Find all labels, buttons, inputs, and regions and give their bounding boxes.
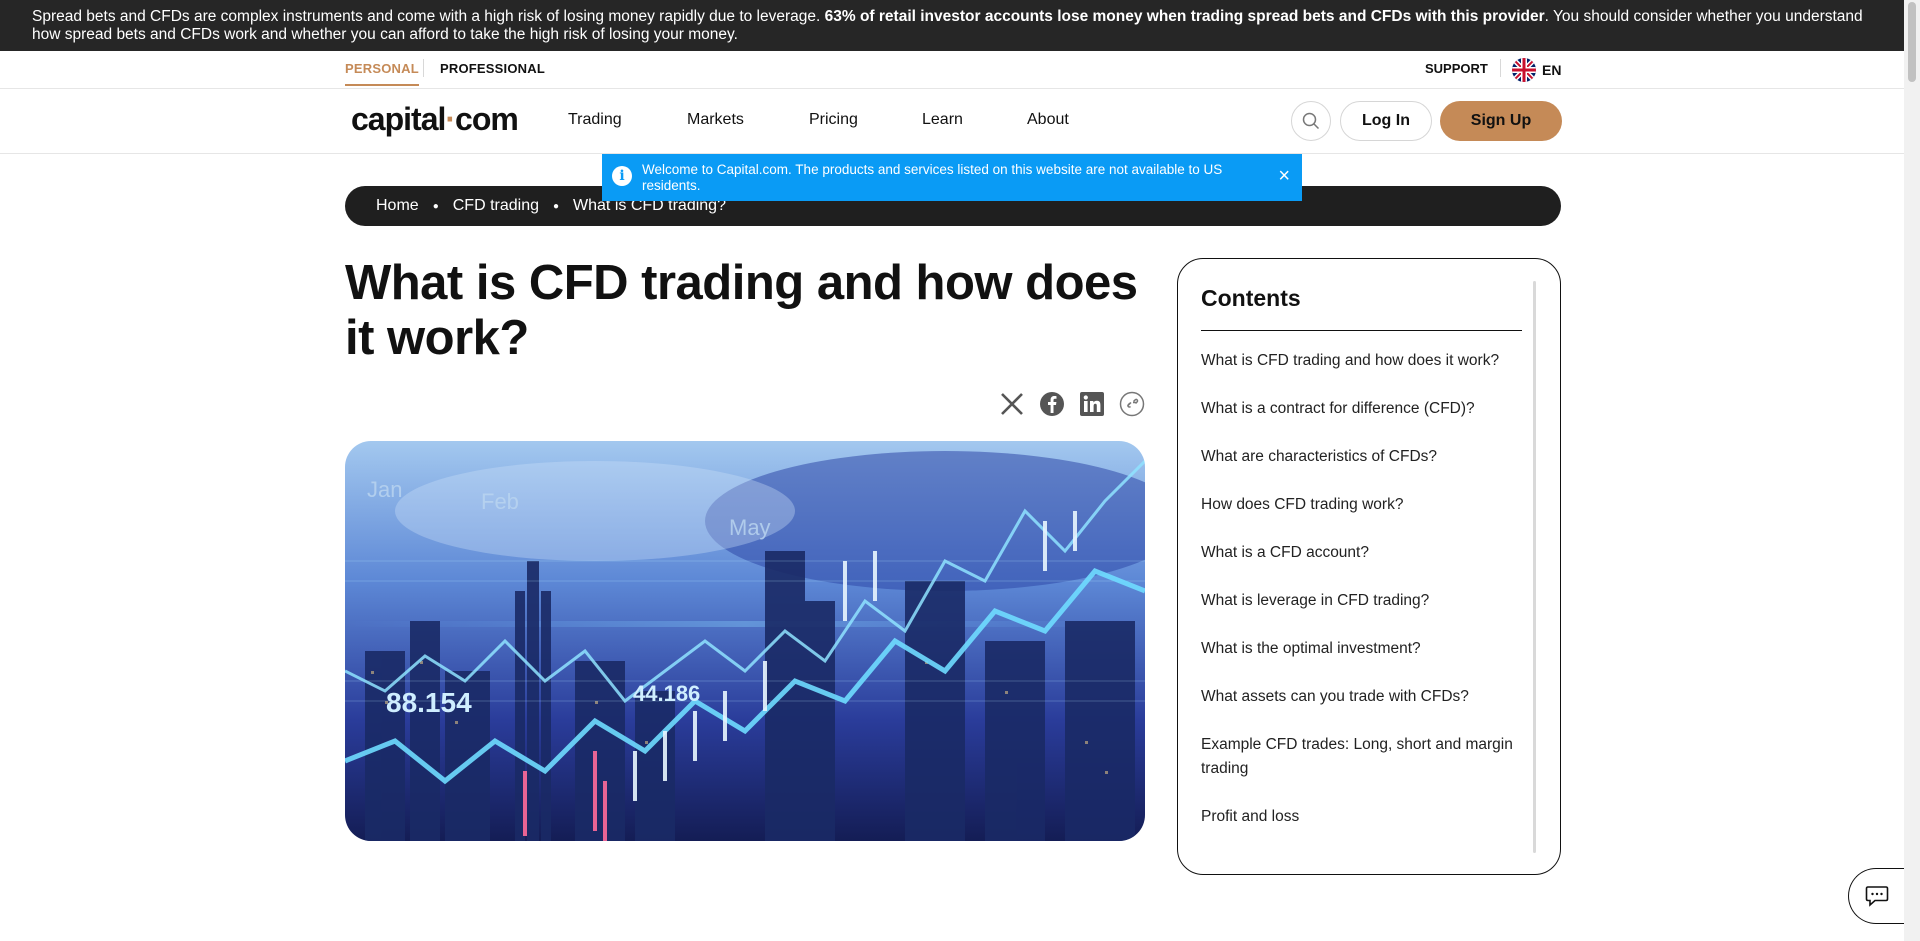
contents-item[interactable]: What is the optimal investment? <box>1201 637 1521 661</box>
breadcrumb-separator: ● <box>552 200 560 212</box>
nav-pricing[interactable]: Pricing <box>809 111 858 129</box>
close-icon[interactable]: × <box>1278 166 1290 186</box>
search-icon <box>1302 112 1320 130</box>
notice-text: Welcome to Capital.com. The products and… <box>642 162 1223 193</box>
x-icon[interactable] <box>999 391 1025 417</box>
chat-button[interactable] <box>1848 868 1908 924</box>
risk-warning-banner: Spread bets and CFDs are complex instrum… <box>0 0 1904 51</box>
hero-number: 44.186 <box>633 681 701 706</box>
contents-heading: Contents <box>1201 285 1301 311</box>
logo-dot: · <box>445 101 456 137</box>
tab-professional[interactable]: PROFESSIONAL <box>440 61 545 76</box>
language-selector[interactable]: EN <box>1512 58 1561 82</box>
risk-text-bold: 63% of retail investor accounts lose mon… <box>824 8 1545 25</box>
contents-item[interactable]: What is leverage in CFD trading? <box>1201 589 1521 613</box>
contents-item[interactable]: What assets can you trade with CFDs? <box>1201 685 1521 709</box>
breadcrumb-home[interactable]: Home <box>376 197 419 215</box>
contents-item[interactable]: What are characteristics of CFDs? <box>1201 445 1521 469</box>
divider <box>1201 330 1522 331</box>
tab-personal[interactable]: PERSONAL <box>345 61 419 86</box>
trading-chart-city-illustration <box>345 441 1145 841</box>
nav-trading[interactable]: Trading <box>568 111 622 129</box>
hero-image: Jan Feb May 88.154 44.186 <box>345 441 1145 841</box>
logo-text: com <box>455 101 519 137</box>
contents-item[interactable]: What is a contract for difference (CFD)? <box>1201 397 1521 421</box>
breadcrumb-separator: ● <box>432 200 439 212</box>
search-button[interactable] <box>1291 101 1331 141</box>
nav-markets[interactable]: Markets <box>687 111 744 129</box>
contents-item[interactable]: What is CFD trading and how does it work… <box>1201 349 1521 373</box>
page-scrollbar[interactable] <box>1904 0 1920 941</box>
hero-month-label: Feb <box>481 489 519 514</box>
nav-about[interactable]: About <box>1027 111 1069 129</box>
contents-panel: Contents What is CFD trading and how doe… <box>1177 258 1561 875</box>
info-icon: i <box>612 166 632 186</box>
risk-text-start: Spread bets and CFDs are complex instrum… <box>32 8 825 25</box>
signup-button[interactable]: Sign Up <box>1440 101 1562 141</box>
hero-month-label: May <box>729 515 771 540</box>
capital-com-logo[interactable]: capital·com <box>351 101 519 138</box>
contents-scrollbar[interactable] <box>1533 281 1536 853</box>
support-link[interactable]: SUPPORT <box>1425 61 1488 76</box>
chat-icon <box>1865 886 1889 907</box>
page-title: What is CFD trading and how does it work… <box>345 256 1138 365</box>
copy-link-icon[interactable] <box>1119 391 1145 417</box>
contents-item[interactable]: Example CFD trades: Long, short and marg… <box>1201 733 1521 781</box>
contents-item[interactable]: Profit and loss <box>1201 805 1521 829</box>
nav-learn[interactable]: Learn <box>922 111 963 129</box>
contents-list: What is CFD trading and how does it work… <box>1201 349 1521 853</box>
uk-flag-icon <box>1512 58 1536 82</box>
divider <box>423 59 424 77</box>
us-residents-notice: i Welcome to Capital.com. The products a… <box>602 154 1302 201</box>
linkedin-icon[interactable] <box>1079 391 1105 417</box>
hero-month-label: Jan <box>367 477 403 502</box>
page: Spread bets and CFDs are complex instrum… <box>0 0 1920 941</box>
login-button[interactable]: Log In <box>1340 101 1432 141</box>
language-label: EN <box>1542 62 1562 78</box>
logo-text: capital <box>351 101 446 137</box>
contents-item[interactable]: How does CFD trading work? <box>1201 493 1521 517</box>
account-type-bar: PERSONAL PROFESSIONAL SUPPORT EN <box>0 51 1904 89</box>
facebook-icon[interactable] <box>1039 391 1065 417</box>
contents-item[interactable]: What is a CFD account? <box>1201 541 1521 565</box>
hero-number: 88.154 <box>386 687 472 718</box>
divider <box>1500 59 1501 77</box>
scrollbar-thumb[interactable] <box>1908 2 1916 82</box>
breadcrumb-cfd-trading[interactable]: CFD trading <box>453 197 539 215</box>
main-nav: capital·com Trading Markets Pricing Lear… <box>0 89 1904 154</box>
share-bar <box>999 391 1145 417</box>
